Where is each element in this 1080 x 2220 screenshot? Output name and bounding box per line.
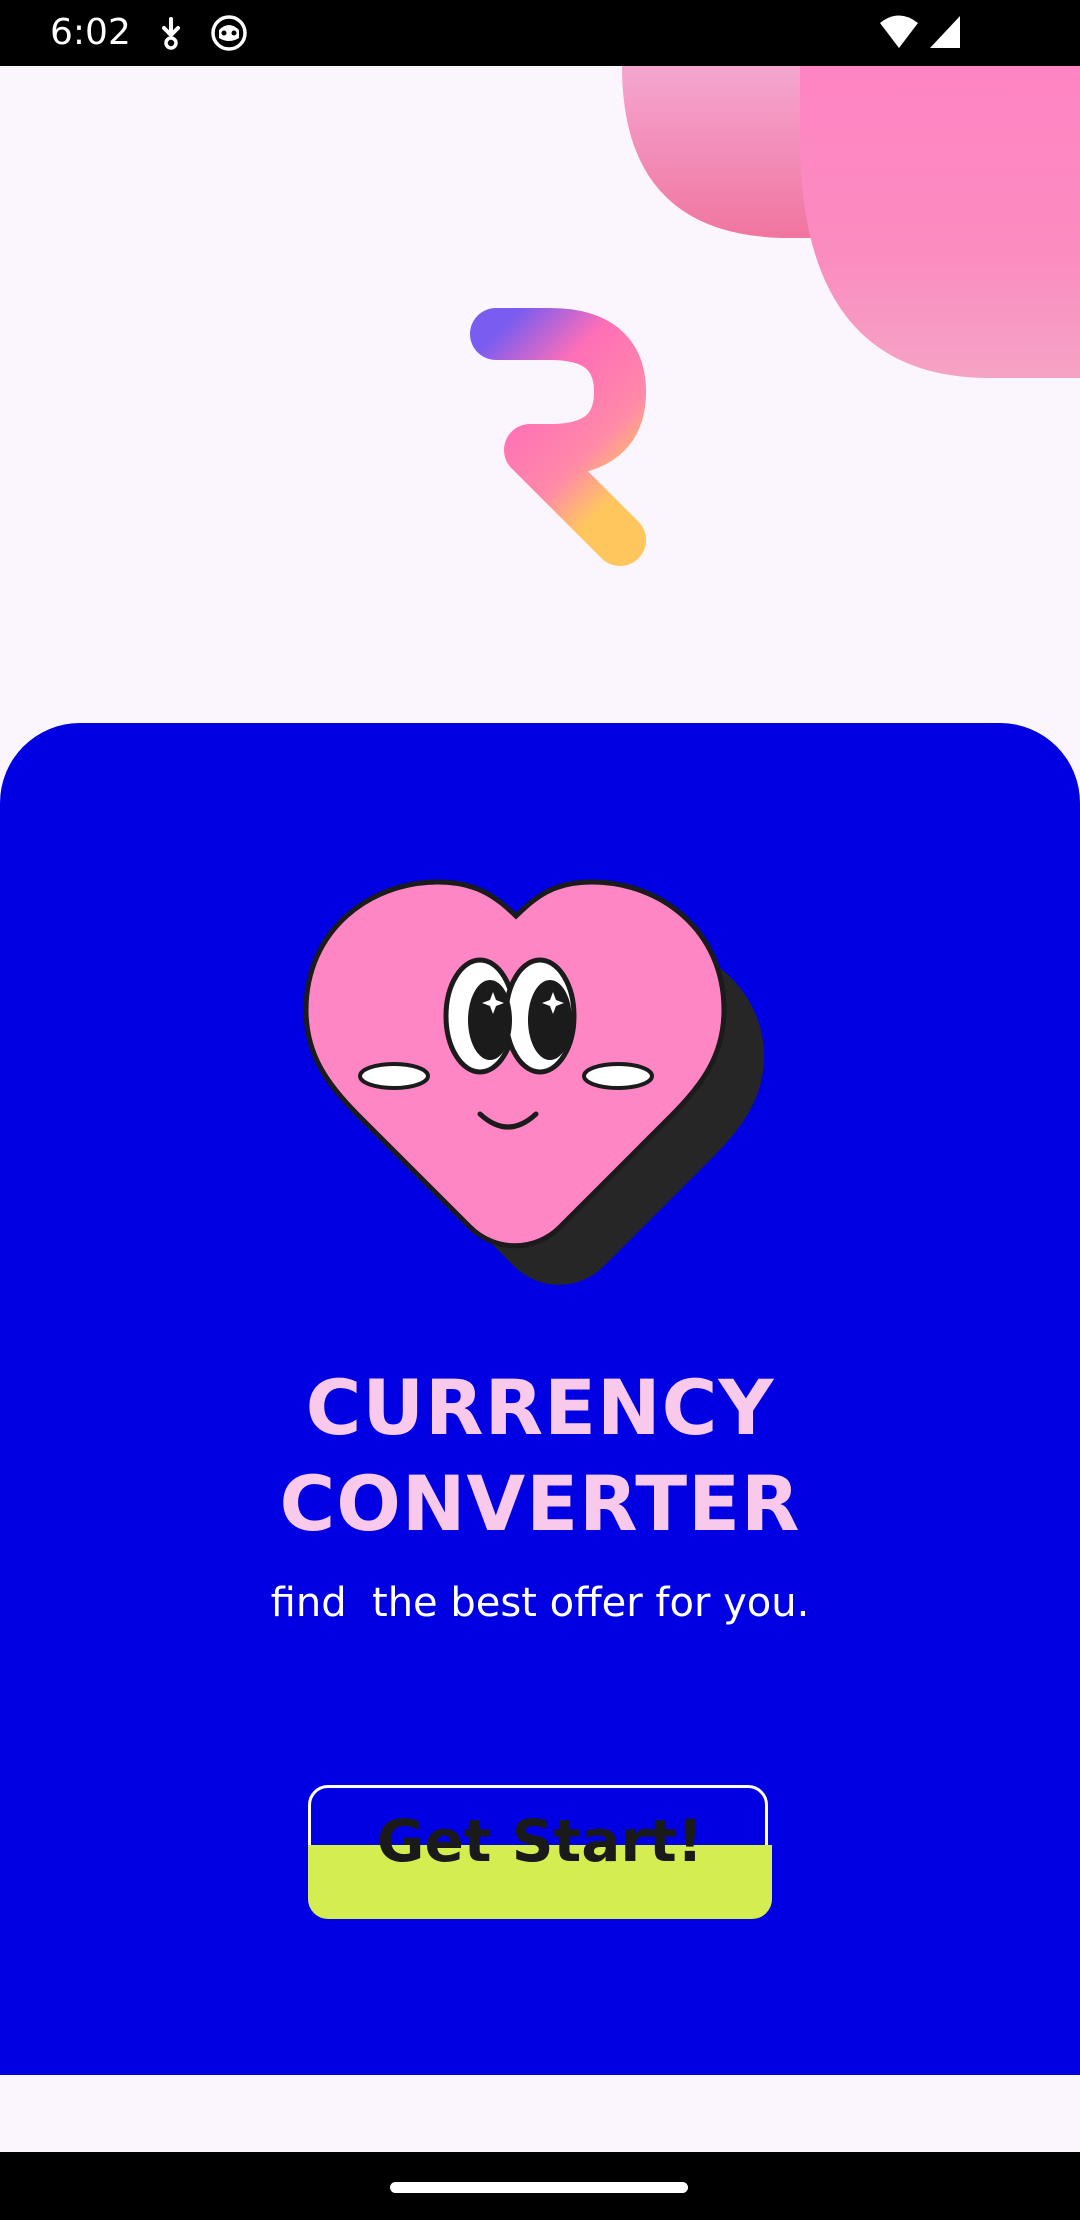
home-gesture-handle[interactable] bbox=[390, 2182, 688, 2193]
status-bar: 6:02 bbox=[0, 0, 1080, 66]
cat-face-icon bbox=[211, 15, 247, 51]
title-line-2: CONVERTER bbox=[279, 1459, 801, 1548]
signal-icon bbox=[930, 16, 960, 48]
get-start-button[interactable]: Get Start! bbox=[308, 1785, 772, 1919]
wifi-icon bbox=[880, 15, 918, 48]
status-time: 6:02 bbox=[50, 12, 131, 53]
heart-mascot-icon bbox=[303, 879, 764, 1285]
title-line-1: CURRENCY bbox=[305, 1363, 775, 1452]
subtitle: find the best offer for you. bbox=[270, 1580, 810, 1626]
app-logo-icon: R bbox=[470, 300, 646, 574]
navigation-bar bbox=[0, 2152, 1080, 2220]
svg-text:R: R bbox=[470, 300, 471, 301]
download-icon bbox=[162, 17, 180, 50]
get-start-label: Get Start! bbox=[376, 1807, 704, 1875]
